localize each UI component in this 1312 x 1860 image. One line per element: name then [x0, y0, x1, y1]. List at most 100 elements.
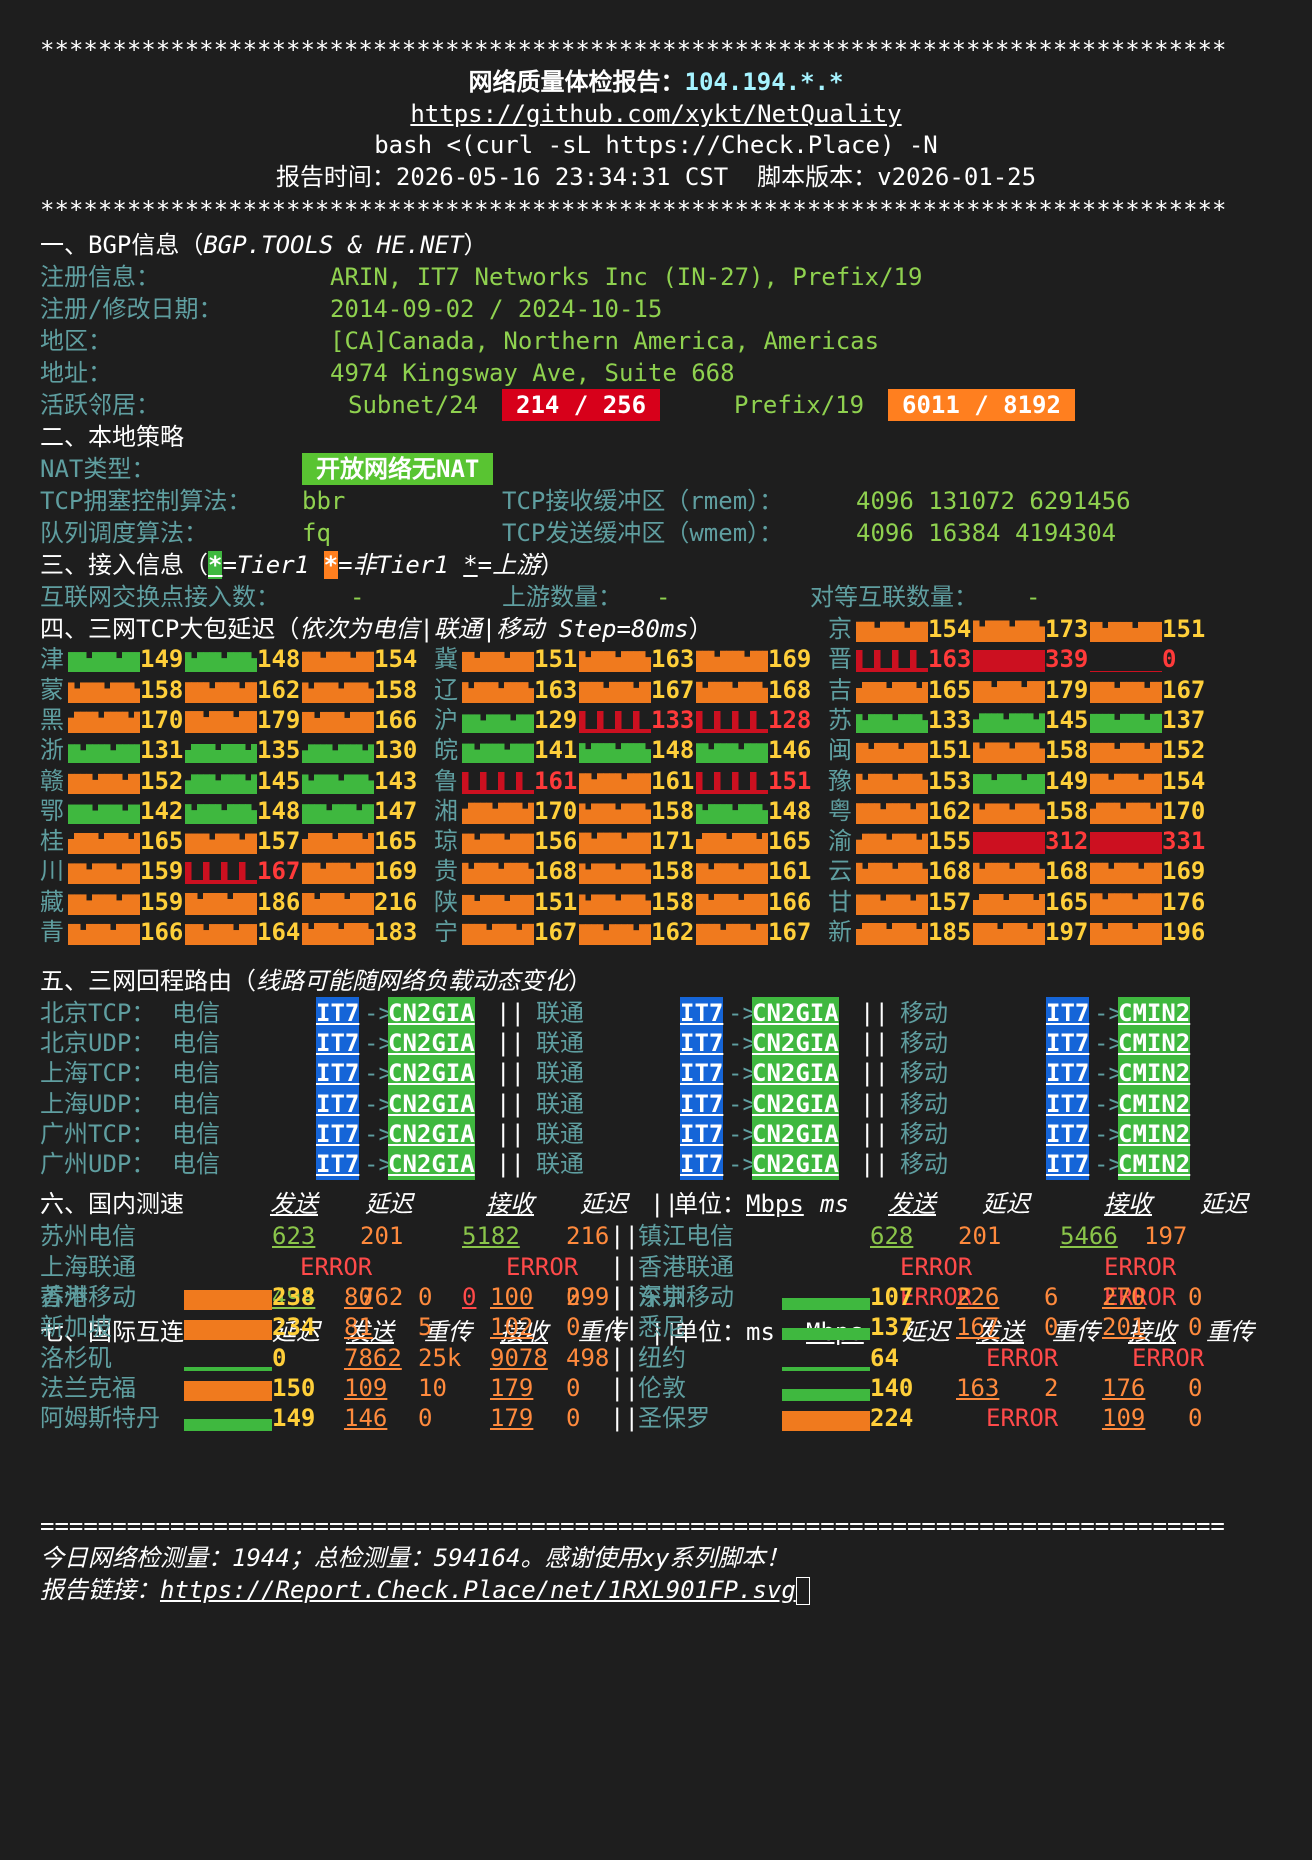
province-latency-20: 琼 156 171 165	[434, 825, 814, 857]
province-latency-12: 闽 151 158 152	[828, 734, 1208, 766]
bgp-neighbors-row: 活跃邻居： Subnet/24 214 / 256 Prefix/19 6011…	[40, 389, 1240, 421]
bar-segment	[1138, 671, 1145, 673]
bar-segment	[997, 832, 1004, 855]
route-sep: ||	[496, 1150, 525, 1178]
bar-segment	[350, 711, 357, 733]
bar-segment	[122, 682, 129, 703]
bar-wrap	[302, 711, 374, 733]
bar-segment	[98, 717, 105, 733]
bar-segment	[744, 893, 751, 915]
bar-segment	[756, 789, 763, 794]
bar-wrap	[1090, 892, 1162, 915]
bar-segment	[1096, 802, 1103, 824]
access-section-header: 三、接入信息（*=Tier1 *=非Tier1 *=上游）	[40, 551, 565, 579]
bar-segment	[708, 869, 715, 885]
bar-segment	[504, 658, 511, 673]
latency-value: 142	[140, 796, 184, 825]
latency-bar	[579, 894, 651, 915]
intl-recv[interactable]: 176	[1102, 1372, 1145, 1404]
intl-recv[interactable]: 179	[490, 1372, 533, 1404]
bar-segment	[184, 1290, 272, 1310]
bar-segment	[197, 898, 204, 915]
intl-recv[interactable]: 109	[1102, 1402, 1145, 1434]
latency-bar	[68, 804, 140, 824]
bar-segment	[1108, 743, 1115, 764]
bar-segment	[609, 728, 616, 733]
bar-segment	[98, 863, 105, 885]
intl-sep: ||	[610, 1343, 639, 1372]
bar-segment	[191, 880, 198, 885]
intl-send[interactable]: 109	[344, 1372, 387, 1404]
bar-segment	[892, 743, 899, 764]
bar-segment	[110, 804, 117, 824]
bar-segment	[116, 869, 123, 885]
latency-bar	[302, 652, 374, 673]
bar-segment	[239, 687, 246, 703]
bar-segment	[997, 893, 1004, 915]
bar-segment	[744, 657, 751, 673]
intl-recv[interactable]: 100	[490, 1281, 533, 1313]
bar-segment	[362, 773, 369, 794]
speed-send[interactable]: 628	[870, 1220, 913, 1252]
bar-segment	[886, 839, 893, 855]
intl-send[interactable]: 81	[344, 1311, 373, 1343]
intl-latency: 137	[870, 1313, 914, 1342]
bar-segment	[1138, 802, 1145, 824]
bar-segment	[862, 779, 869, 794]
latency-value: 161	[651, 766, 695, 795]
report-link[interactable]: https://Report.Check.Place/net/1RXL901FP…	[160, 1576, 796, 1604]
intl-recv[interactable]: 201	[1102, 1311, 1145, 1343]
intl-recv[interactable]: 270	[1102, 1281, 1145, 1313]
bar-segment	[1114, 863, 1121, 885]
speed-recv[interactable]: 5466	[1060, 1220, 1118, 1252]
intl-send[interactable]: 226	[956, 1281, 999, 1313]
intl-recv[interactable]: 9078	[490, 1342, 548, 1374]
province-latency-5: 辽 163 167 168	[434, 674, 814, 706]
intl-send[interactable]: 7862	[344, 1342, 402, 1374]
latency-bar	[973, 713, 1045, 733]
bar-segment	[973, 650, 980, 673]
intl-send[interactable]: 146	[344, 1402, 387, 1434]
bar-segment	[979, 923, 986, 945]
bar-segment	[516, 863, 523, 885]
intl-send[interactable]: 167	[956, 1311, 999, 1343]
latency-bar	[185, 833, 257, 855]
bar-segment	[1120, 863, 1127, 885]
bar-segment	[696, 803, 703, 824]
bar-wrap	[579, 650, 651, 673]
speed-send[interactable]: 623	[272, 1220, 315, 1252]
latency-bar	[185, 862, 257, 885]
intl-send[interactable]: 163	[956, 1372, 999, 1404]
bar-segment	[910, 714, 917, 733]
bar-segment	[522, 714, 529, 733]
bar-segment	[862, 923, 869, 945]
bar-segment	[1009, 626, 1016, 642]
bar-segment	[86, 773, 93, 794]
bar-segment	[1126, 743, 1133, 764]
bar-segment	[880, 900, 887, 915]
bar-segment	[239, 652, 246, 673]
intl-send[interactable]: 80	[344, 1281, 373, 1313]
bar-segment	[1126, 773, 1133, 794]
bar-segment	[597, 710, 604, 733]
intl-recv[interactable]: 102	[490, 1311, 533, 1343]
latency-value: 148	[257, 645, 301, 674]
intl-recv[interactable]: 179	[490, 1402, 533, 1434]
bar-segment	[579, 651, 586, 673]
bar-segment	[1102, 929, 1109, 945]
bar-segment	[1021, 832, 1028, 855]
bar-segment	[880, 923, 887, 945]
speed-recv[interactable]: 5182	[462, 1220, 520, 1252]
bar-segment	[185, 803, 192, 824]
bar-segment	[480, 923, 487, 945]
latency-bar	[185, 710, 257, 733]
bar-segment	[916, 687, 923, 703]
bar-segment	[1096, 773, 1103, 794]
bar-segment	[128, 863, 135, 885]
bar-segment	[233, 803, 240, 824]
bar-segment	[510, 923, 517, 945]
bar-segment	[1108, 713, 1115, 733]
repo-link[interactable]: https://github.com/xykt/NetQuality	[0, 98, 1312, 130]
bar-segment	[332, 773, 339, 794]
latency-value: 168	[928, 857, 972, 886]
